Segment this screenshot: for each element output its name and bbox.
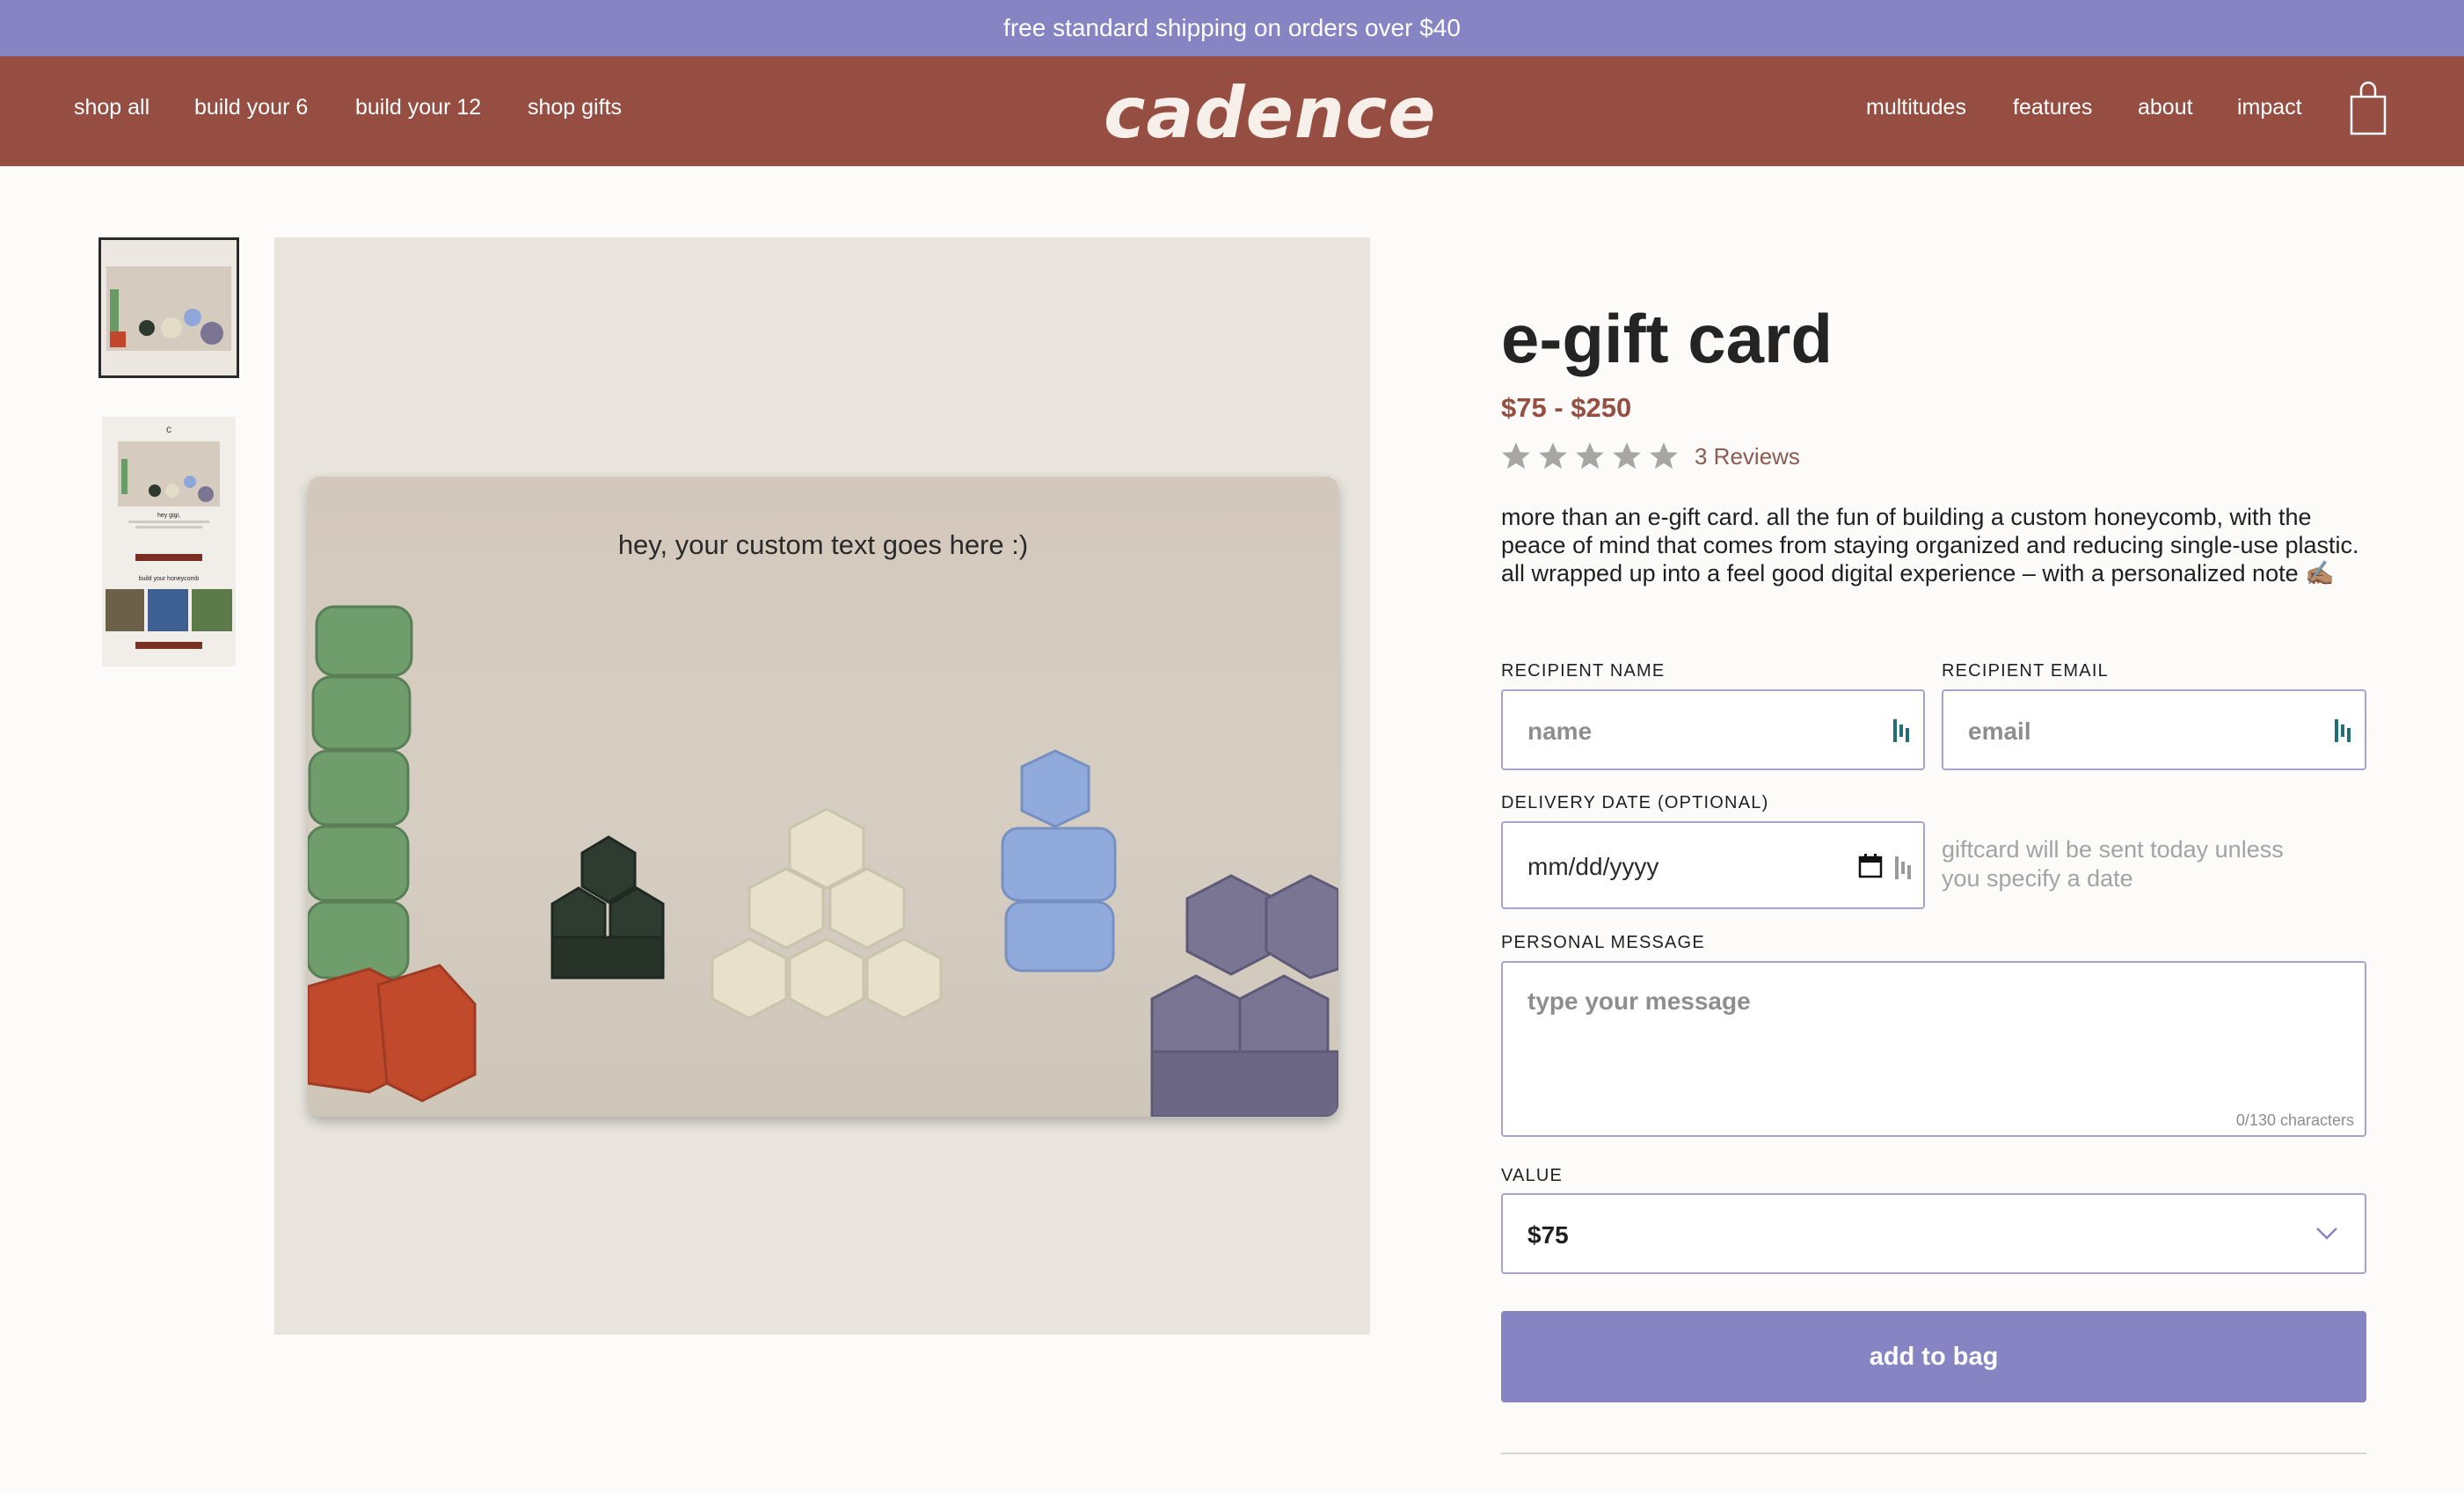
star-icon <box>1539 442 1567 470</box>
delivery-date-field[interactable]: mm/dd/yyyy <box>1501 821 1925 909</box>
thumbnail-2-logo: c <box>166 423 171 435</box>
delivery-date-label: DELIVERY DATE (OPTIONAL) <box>1501 793 1769 812</box>
thumbnail-2-greeting: hey gigi, <box>157 513 180 519</box>
thumbnail-1[interactable] <box>98 237 239 378</box>
value-select[interactable]: $75 <box>1501 1193 2366 1274</box>
recipient-name-field[interactable]: name <box>1501 689 1925 770</box>
promo-text: free standard shipping on orders over $4… <box>1003 14 1461 41</box>
thumbnail-2-image: c hey gigi, build your honeycomb <box>106 423 232 649</box>
star-icon <box>1576 442 1604 470</box>
personal-message-label: PERSONAL MESSAGE <box>1501 933 1705 952</box>
product-description: more than an e-gift card. all the fun of… <box>1501 504 2359 586</box>
thumbnail-2[interactable]: c hey gigi, build your honeycomb <box>102 417 236 666</box>
personal-message-placeholder: type your message <box>1527 987 1751 1015</box>
star-icon <box>1650 442 1678 470</box>
nav-features[interactable]: features <box>2013 95 2092 120</box>
character-counter: 0/130 characters <box>2235 1111 2354 1129</box>
personal-message-field[interactable]: type your message 0/130 characters <box>1501 961 2366 1137</box>
value-selected: $75 <box>1527 1221 1569 1249</box>
nav-multitudes[interactable]: multitudes <box>1866 95 1966 120</box>
recipient-email-placeholder: email <box>1968 717 2031 745</box>
reviews-link[interactable]: 3 Reviews <box>1695 443 1800 470</box>
value-label: VALUE <box>1501 1166 1564 1185</box>
nav-build-your-12[interactable]: build your 12 <box>355 95 481 120</box>
site-header: shop all build your 6 build your 12 shop… <box>0 56 2464 166</box>
gift-card-preview: hey, your custom text goes here :) <box>308 477 1338 1117</box>
recipient-name-label: RECIPIENT NAME <box>1501 661 1666 681</box>
nav-shop-gifts[interactable]: shop gifts <box>528 95 622 120</box>
recipient-email-label: RECIPIENT EMAIL <box>1942 661 2109 681</box>
recipient-email-field[interactable]: email <box>1942 689 2366 770</box>
thumbnail-2-heading: build your honeycomb <box>139 576 200 582</box>
autofill-icon[interactable] <box>2333 717 2352 744</box>
shopping-bag-icon[interactable] <box>2350 81 2387 135</box>
product-main-image: hey, your custom text goes here :) <box>274 237 1370 1335</box>
promo-banner: free standard shipping on orders over $4… <box>0 0 2464 56</box>
star-icon <box>1613 442 1641 470</box>
add-to-bag-button[interactable]: add to bag <box>1501 1311 2366 1402</box>
thumbnail-1-image <box>106 266 231 351</box>
autofill-icon[interactable] <box>1892 717 1911 744</box>
divider <box>1501 1453 2366 1454</box>
rating-stars[interactable]: 3 Reviews <box>1499 436 1800 477</box>
delivery-date-hint: giftcard will be sent today unless you s… <box>1942 836 2284 892</box>
nav-shop-all[interactable]: shop all <box>74 95 149 120</box>
nav-about[interactable]: about <box>2138 95 2193 120</box>
honeycomb-pods-image <box>308 605 1338 1117</box>
product-price: $75 - $250 <box>1501 392 1632 423</box>
product-title: e-gift card <box>1501 300 1833 377</box>
autofill-icon[interactable] <box>1893 855 1913 881</box>
calendar-icon[interactable] <box>1858 853 1883 879</box>
nav-impact[interactable]: impact <box>2237 95 2302 120</box>
site-logo[interactable]: cadence <box>1104 72 1437 154</box>
star-icon <box>1502 442 1530 470</box>
recipient-name-placeholder: name <box>1527 717 1593 745</box>
delivery-date-placeholder: mm/dd/yyyy <box>1527 853 1659 880</box>
chevron-down-icon <box>2316 1227 2337 1240</box>
nav-build-your-6[interactable]: build your 6 <box>194 95 308 120</box>
